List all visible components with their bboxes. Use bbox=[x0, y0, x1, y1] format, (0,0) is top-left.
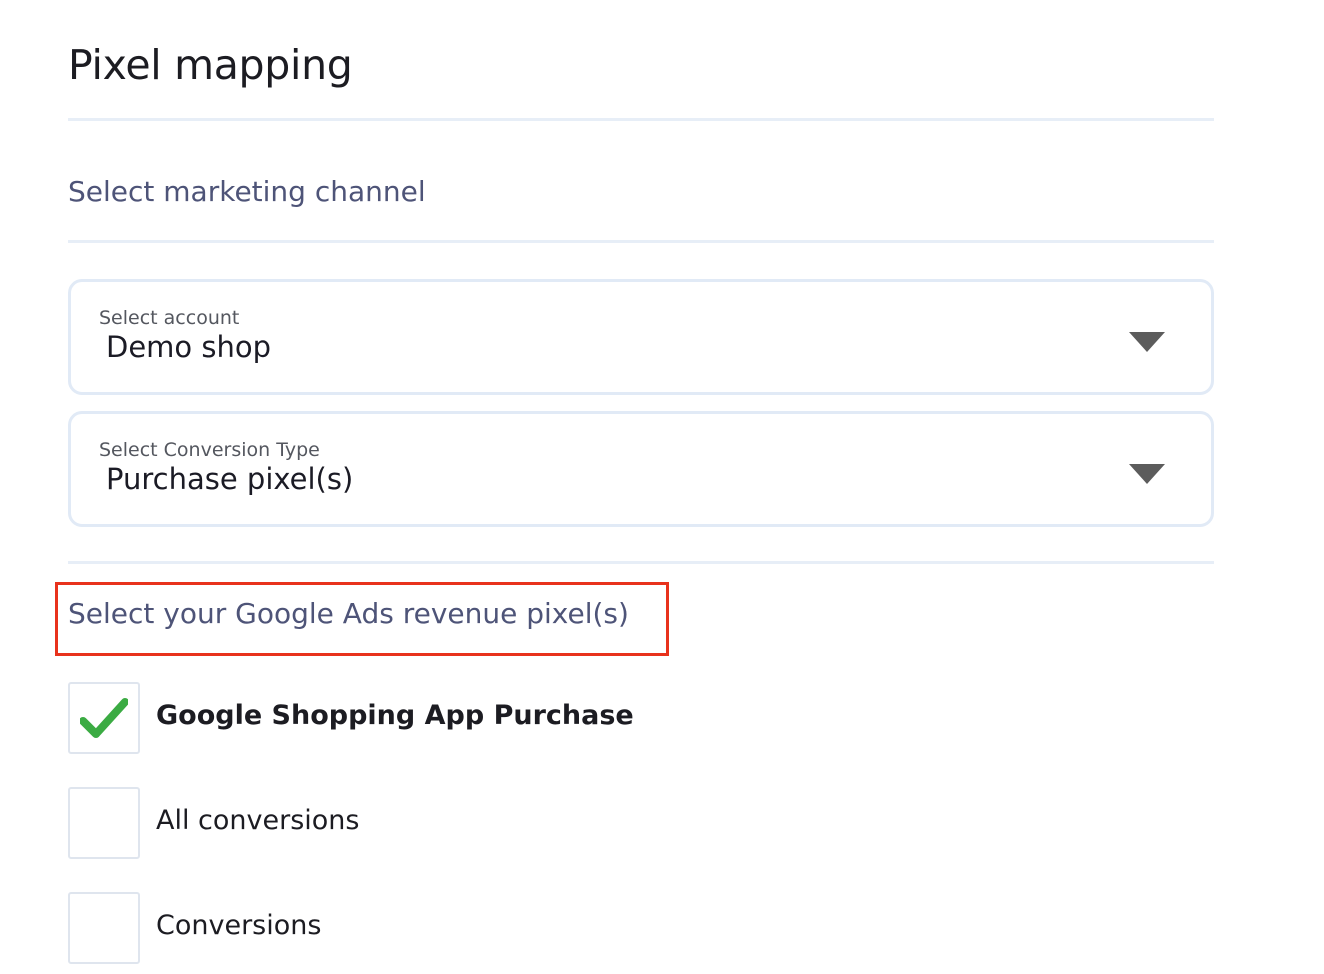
dropdown-caret-icon[interactable] bbox=[1129, 464, 1165, 484]
account-select[interactable]: Select account Demo shop bbox=[68, 279, 1214, 395]
checkmark-icon bbox=[80, 698, 128, 738]
marketing-channel-heading: Select marketing channel bbox=[68, 175, 426, 208]
pixel-option-all-conversions[interactable]: All conversions bbox=[68, 787, 768, 859]
checkbox-checked[interactable] bbox=[68, 682, 140, 754]
checkbox-unchecked[interactable] bbox=[68, 892, 140, 964]
pixel-option-label: Conversions bbox=[156, 910, 322, 941]
pixel-option-conversions[interactable]: Conversions bbox=[68, 892, 768, 964]
account-select-label: Select account bbox=[99, 307, 240, 329]
divider bbox=[68, 118, 1214, 121]
account-select-value: Demo shop bbox=[106, 330, 272, 364]
revenue-pixel-heading: Select your Google Ads revenue pixel(s) bbox=[68, 597, 629, 630]
pixel-option-google-shopping-app-purchase[interactable]: Google Shopping App Purchase bbox=[68, 682, 768, 754]
page-title: Pixel mapping bbox=[68, 41, 353, 89]
divider bbox=[68, 240, 1214, 243]
conversion-type-select-value: Purchase pixel(s) bbox=[106, 462, 354, 496]
pixel-option-label: All conversions bbox=[156, 805, 360, 836]
dropdown-caret-icon[interactable] bbox=[1129, 332, 1165, 352]
conversion-type-select[interactable]: Select Conversion Type Purchase pixel(s) bbox=[68, 411, 1214, 527]
checkbox-unchecked[interactable] bbox=[68, 787, 140, 859]
conversion-type-select-label: Select Conversion Type bbox=[99, 439, 320, 461]
divider bbox=[68, 561, 1214, 564]
pixel-option-label: Google Shopping App Purchase bbox=[156, 700, 634, 731]
